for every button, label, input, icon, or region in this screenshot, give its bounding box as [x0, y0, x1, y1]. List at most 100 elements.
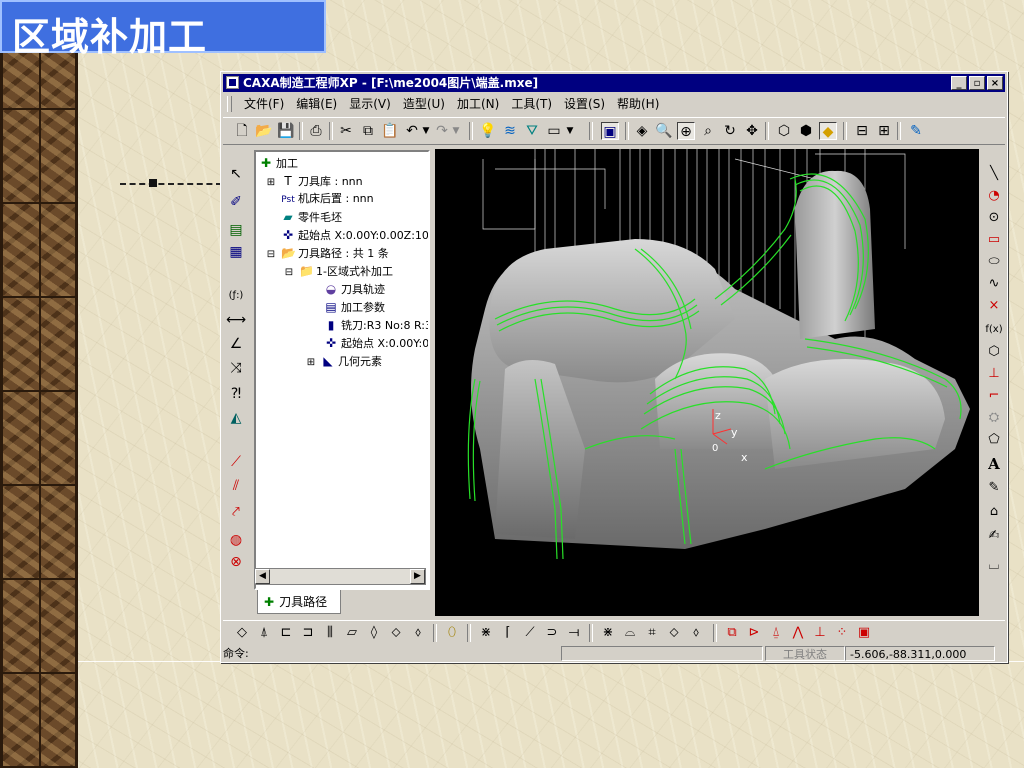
window-icon[interactable]: ▣ [601, 122, 619, 140]
tree-horizontal-scrollbar[interactable]: ◀ ▶ [254, 568, 426, 585]
edit-icon[interactable]: ✍ [984, 526, 1004, 546]
tree-tool-library[interactable]: ⊞ T 刀具库 : nnn [264, 172, 363, 190]
expand-plus-icon[interactable]: ⊞ [264, 174, 278, 192]
eraser-icon[interactable]: ⬯ [443, 624, 461, 642]
save-icon[interactable]: 💾 [277, 122, 295, 140]
stretch-icon[interactable]: ⟞ [565, 624, 583, 642]
zoom-window-icon[interactable]: ⌕ [699, 122, 717, 140]
redo-icon[interactable]: ↷ [433, 122, 451, 140]
spline-icon[interactable]: ∿ [984, 274, 1004, 294]
surface-trim-icon[interactable]: ⋇ [599, 624, 617, 642]
maximize-button[interactable]: ▫ [969, 76, 985, 90]
arc-icon[interactable]: ◔ [984, 186, 1004, 206]
query-icon[interactable]: ⁈ [226, 384, 246, 404]
hidden-icon[interactable]: ⬢ [797, 122, 815, 140]
ellipse-icon[interactable]: ⬭ [984, 252, 1004, 272]
app-icon[interactable] [226, 76, 239, 89]
surface-stitch-icon[interactable]: ⬦ [665, 624, 683, 642]
polygon-icon[interactable]: ⬡ [984, 342, 1004, 362]
3d-viewport[interactable]: z y 0 x [435, 149, 979, 616]
curve-surface-icon[interactable]: ⬠ [984, 430, 1004, 450]
redo-dropdown-icon[interactable]: ▼ [451, 122, 461, 140]
machining-tree-panel[interactable]: ✚ 加工 ⊞ T 刀具库 : nnn Pst 机床后置 : nnn ▰ 零件毛坯 ✜ 起始点… [254, 150, 430, 590]
menu-help[interactable]: 帮助(H) [611, 94, 665, 114]
corner-icon[interactable]: ⌐ [984, 386, 1004, 406]
zoom-icon[interactable]: 🔍 [655, 122, 673, 140]
cut-icon[interactable]: ✂ [337, 122, 355, 140]
wire-icon[interactable]: ⬡ [775, 122, 793, 140]
circle-icon[interactable]: ⊙ [984, 208, 1004, 228]
rectangle-icon[interactable]: ▭ [984, 230, 1004, 250]
new-icon[interactable]: 🗋 [233, 122, 251, 140]
scale-icon[interactable]: ⊥ [811, 624, 829, 642]
scroll-right-icon[interactable]: ▶ [410, 569, 425, 584]
tree-start-point[interactable]: ✜ 起始点 X:0.00Y:0.00Z:100 [281, 226, 428, 244]
close-button[interactable]: × [987, 76, 1003, 90]
command-input-box[interactable] [561, 646, 763, 661]
copy-icon[interactable]: ⧉ [359, 122, 377, 140]
formula-curve-icon[interactable]: f(x) [984, 320, 1004, 340]
surface-icon-4[interactable]: ⊐ [299, 624, 317, 642]
hatch-icon[interactable]: ⌂ [984, 502, 1004, 522]
menu-modeling[interactable]: 造型(U) [397, 94, 451, 114]
trim-curve-icon[interactable]: ⋇ [477, 624, 495, 642]
tree-operation[interactable]: ⊟ 📁 1-区域式补加工 [282, 262, 393, 280]
color-icon[interactable]: ▭ [545, 122, 563, 140]
sphere-icon[interactable]: ◍ [226, 530, 246, 550]
menu-file[interactable]: 文件(F) [238, 94, 290, 114]
trim-icon[interactable]: ⫽ [226, 476, 246, 496]
minimize-button[interactable]: _ [951, 76, 967, 90]
rotate-icon[interactable]: ↻ [721, 122, 739, 140]
sketch-pen-icon[interactable]: ✐ [226, 192, 246, 212]
mark-icon[interactable]: ⌴ [984, 556, 1004, 576]
line-edit-icon[interactable]: ⟋ [226, 452, 246, 472]
menu-edit[interactable]: 编辑(E) [290, 94, 343, 114]
expand-plus-icon[interactable]: ⊞ [304, 354, 318, 372]
zoom-in-icon[interactable]: ⊕ [677, 122, 695, 140]
tree-geometry[interactable]: ⊞ ◣ 几何元素 [304, 352, 382, 370]
move-icon[interactable]: ⧉ [723, 624, 741, 642]
print-icon[interactable]: ⎙ [307, 122, 325, 140]
fillet-icon[interactable]: ⌈ [499, 624, 517, 642]
break-icon[interactable]: ⟋ [521, 624, 539, 642]
paste-icon[interactable]: 📋 [381, 122, 399, 140]
menu-machining[interactable]: 加工(N) [451, 94, 505, 114]
light-icon[interactable]: 💡 [479, 122, 497, 140]
undo-dropdown-icon[interactable]: ▼ [421, 122, 431, 140]
menu-settings[interactable]: 设置(S) [558, 94, 611, 114]
extend-icon[interactable]: ⤤ [226, 502, 246, 522]
surface-icon-6[interactable]: ▱ [343, 624, 361, 642]
line-icon[interactable]: ╲ [984, 164, 1004, 184]
surface-merge-icon[interactable]: ⬨ [687, 624, 705, 642]
angle-icon[interactable]: ∠ [226, 334, 246, 354]
delete-icon[interactable]: ⊗ [226, 552, 246, 572]
color-dropdown-icon[interactable]: ▼ [565, 122, 575, 140]
layer-icon[interactable]: ≋ [501, 122, 519, 140]
box-icon[interactable]: ▣ [855, 624, 873, 642]
tree-view-icon[interactable]: ▦ [226, 242, 246, 262]
point-icon[interactable]: × [984, 296, 1004, 316]
window-titlebar[interactable]: CAXA制造工程师XP - [F:\me2004图片\端盖.mxe] _ ▫ × [223, 74, 1005, 92]
shade-icon[interactable]: ◈ [633, 122, 651, 140]
surface-icon-1[interactable]: ◇ [233, 624, 251, 642]
collapse-minus-icon[interactable]: ⊟ [282, 264, 296, 282]
tree-post-processor[interactable]: Pst 机床后置 : nnn [281, 190, 373, 208]
tab-toolpaths[interactable]: ✚ 刀具路径 [257, 590, 341, 614]
open-icon[interactable]: 📂 [255, 122, 273, 140]
measure-icon[interactable]: ⟷ [226, 310, 246, 330]
shaded-icon[interactable]: ◆ [819, 122, 837, 140]
join-icon[interactable]: ⊃ [543, 624, 561, 642]
copy-move-icon[interactable]: ⊳ [745, 624, 763, 642]
transform-icon[interactable]: ⤨ [226, 358, 246, 378]
trail-icon[interactable]: ✎ [907, 122, 925, 140]
tree-params[interactable]: ▤ 加工参数 [324, 298, 385, 316]
surface-icon-5[interactable]: ⫼ [321, 624, 339, 642]
pan-icon[interactable]: ✥ [743, 122, 761, 140]
surface-icon-3[interactable]: ⊏ [277, 624, 295, 642]
rotate-3d-icon[interactable]: ⍙ [767, 624, 785, 642]
surface-icon-8[interactable]: ⬦ [387, 624, 405, 642]
surface-icon-2[interactable]: ⍋ [255, 624, 273, 642]
array-icon[interactable]: ⁘ [833, 624, 851, 642]
menu-view[interactable]: 显示(V) [343, 94, 397, 114]
menu-grip-handle[interactable] [227, 96, 232, 112]
